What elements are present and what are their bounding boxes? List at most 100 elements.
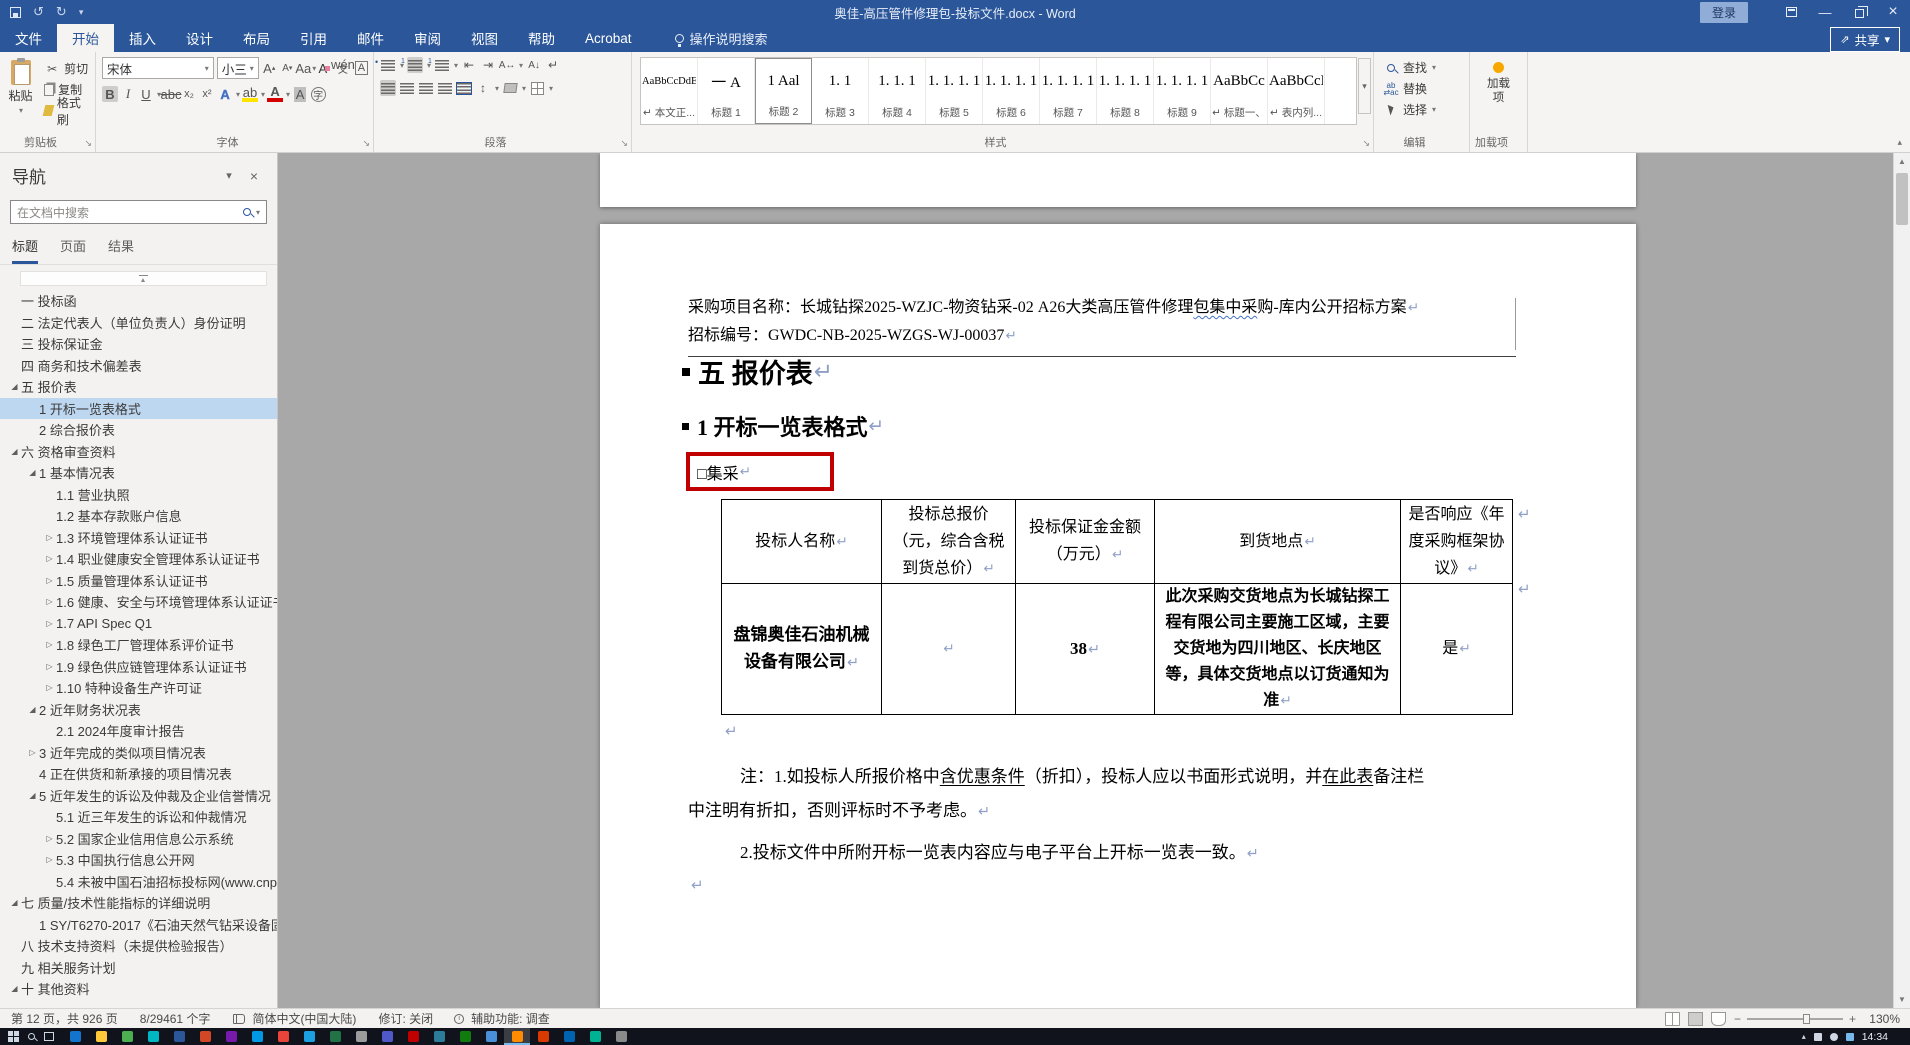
nav-item[interactable]: ◢ 5 近年发生的诉讼及仲裁及企业信誉情况: [0, 785, 277, 807]
tab-开始[interactable]: 开始: [57, 24, 114, 52]
track-changes-indicator[interactable]: 修订: 关闭: [367, 1010, 444, 1027]
navigation-options-icon[interactable]: ▾: [217, 169, 241, 182]
close-button[interactable]: ×: [1876, 0, 1910, 24]
collapse-icon[interactable]: ◢: [26, 791, 39, 800]
paragraph-dialog-launcher[interactable]: ↘: [620, 138, 628, 149]
taskbar-app-17[interactable]: [478, 1028, 504, 1045]
nav-item[interactable]: 2.1 2024年度审计报告: [0, 720, 277, 742]
nav-item[interactable]: 二 法定代表人（单位负责人）身份证明: [0, 312, 277, 334]
justify-button[interactable]: [437, 80, 453, 96]
shading-button[interactable]: [502, 80, 518, 96]
taskbar-app-21[interactable]: [582, 1028, 608, 1045]
search-dropdown-icon[interactable]: ▾: [256, 208, 260, 217]
nav-item[interactable]: 1 开标一览表格式: [0, 397, 277, 419]
expand-icon[interactable]: ▷: [43, 554, 56, 563]
find-button[interactable]: 查找 ▾: [1380, 57, 1469, 78]
addin-icon[interactable]: [1493, 62, 1504, 73]
change-case-button[interactable]: Aa ▾: [295, 60, 316, 76]
nav-item[interactable]: ▷ 1.6 健康、安全与环境管理体系认证证书: [0, 591, 277, 613]
minimize-button[interactable]: —: [1808, 0, 1842, 24]
line-spacing-dropdown-icon[interactable]: ▾: [495, 84, 499, 93]
taskbar-app-6[interactable]: [192, 1028, 218, 1045]
tab-视图[interactable]: 视图: [456, 24, 513, 52]
tab-审阅[interactable]: 审阅: [399, 24, 456, 52]
taskbar-app-1[interactable]: [62, 1028, 88, 1045]
restore-button[interactable]: [1842, 0, 1876, 24]
undo-icon[interactable]: ↺: [33, 4, 44, 20]
align-center-button[interactable]: [399, 80, 415, 96]
enclose-characters-button[interactable]: 字: [310, 86, 326, 102]
taskbar-app-22[interactable]: [608, 1028, 634, 1045]
nav-item[interactable]: ▷ 1.4 职业健康安全管理体系认证证书: [0, 548, 277, 570]
document-canvas[interactable]: 采购项目名称：长城钻探2025-WZJC-物资钻采-02 A26大类高压管件修理…: [279, 153, 1893, 1008]
bullets-button[interactable]: [375, 57, 396, 73]
decrease-indent-button[interactable]: ⇤: [461, 57, 477, 73]
collapse-icon[interactable]: ◢: [26, 705, 39, 714]
text-highlight-button[interactable]: ab: [242, 86, 259, 102]
nav-item[interactable]: 一 投标函: [0, 290, 277, 312]
search-icon[interactable]: [239, 204, 255, 220]
phonetic-guide-button[interactable]: wén 文: [331, 58, 355, 76]
scroll-up-icon[interactable]: ▲: [1894, 153, 1910, 170]
replace-button[interactable]: ab ⇄ac 替换: [1380, 78, 1469, 99]
tab-文件[interactable]: 文件: [0, 24, 57, 52]
font-dialog-launcher[interactable]: ↘: [362, 138, 370, 149]
align-left-button[interactable]: [380, 80, 396, 96]
share-button[interactable]: ⇗ 共享 ▾: [1830, 27, 1900, 52]
word-count[interactable]: 8/29461 个字: [129, 1010, 222, 1027]
taskbar-app-11[interactable]: [322, 1028, 348, 1045]
taskbar-app-19[interactable]: [530, 1028, 556, 1045]
cut-button[interactable]: ✂ 剪切: [41, 58, 95, 79]
asian-layout-button[interactable]: A↔: [499, 57, 516, 73]
style-标题 8[interactable]: 1. 1. 1. 1 标题 8: [1097, 58, 1154, 124]
taskbar-app-12[interactable]: [348, 1028, 374, 1045]
show-marks-button[interactable]: ↵: [545, 57, 561, 73]
taskbar-app-15[interactable]: [426, 1028, 452, 1045]
format-painter-button[interactable]: 格式刷: [41, 96, 95, 127]
multilevel-dropdown-icon[interactable]: ▾: [454, 61, 458, 70]
zoom-out-icon[interactable]: −: [1734, 1012, 1741, 1026]
nav-item[interactable]: ▷ 5.3 中国执行信息公开网: [0, 849, 277, 871]
multilevel-list-button[interactable]: [428, 57, 450, 73]
collapse-icon[interactable]: ◢: [8, 984, 21, 993]
underline-button[interactable]: U: [138, 86, 154, 102]
shading-dropdown-icon[interactable]: ▾: [522, 84, 526, 93]
nav-item[interactable]: 1 SY/T6270-2017《石油天然气钻采设备固井、...: [0, 914, 277, 936]
nav-item[interactable]: ▷ 1.3 环境管理体系认证证书: [0, 527, 277, 549]
nav-item[interactable]: ▷ 1.9 绿色供应链管理体系认证证书: [0, 656, 277, 678]
taskbar-app-14[interactable]: [400, 1028, 426, 1045]
taskbar-search-icon[interactable]: [28, 1033, 35, 1040]
nav-tab-页面[interactable]: 页面: [60, 236, 86, 264]
bold-button[interactable]: B: [102, 86, 118, 102]
redo-icon[interactable]: ↻: [56, 4, 67, 20]
nav-item[interactable]: ▷ 1.8 绿色工厂管理体系评价证书: [0, 634, 277, 656]
expand-icon[interactable]: ▷: [43, 834, 56, 843]
nav-item[interactable]: ▷ 1.10 特种设备生产许可证: [0, 677, 277, 699]
web-layout-button[interactable]: [1710, 1011, 1726, 1026]
taskbar-app-20[interactable]: [556, 1028, 582, 1045]
nav-item[interactable]: 四 商务和技术偏差表: [0, 355, 277, 377]
expand-icon[interactable]: ▷: [43, 683, 56, 692]
taskbar-app-18[interactable]: [504, 1028, 530, 1045]
proofing-book-icon[interactable]: [233, 1013, 246, 1024]
nav-item[interactable]: ▷ 1.5 质量管理体系认证证书: [0, 570, 277, 592]
read-mode-button[interactable]: [1664, 1011, 1680, 1026]
tab-插入[interactable]: 插入: [114, 24, 171, 52]
nav-item[interactable]: ◢ 十 其他资料: [0, 978, 277, 1000]
taskbar-app-4[interactable]: [140, 1028, 166, 1045]
taskbar-clock[interactable]: 14:34: [1862, 1031, 1888, 1043]
style-↵ 本文正...[interactable]: AaBbCcDdE ↵ 本文正...: [641, 58, 698, 124]
customize-qat-icon[interactable]: ▾: [79, 7, 84, 18]
nav-item[interactable]: 2 综合报价表: [0, 419, 277, 441]
character-border-button[interactable]: A: [354, 60, 369, 76]
nav-item[interactable]: ▷ 3 近年完成的类似项目情况表: [0, 742, 277, 764]
nav-tab-标题[interactable]: 标题: [12, 236, 39, 264]
style-↵ 表内列...[interactable]: AaBbCcD ↵ 表内列...: [1268, 58, 1325, 124]
language-indicator[interactable]: 简体中文(中国大陆): [241, 1010, 367, 1027]
ribbon-display-options-button[interactable]: [1774, 0, 1808, 24]
numbering-button[interactable]: [401, 57, 424, 73]
expand-icon[interactable]: ▷: [43, 597, 56, 606]
jicai-checkbox-label[interactable]: □集采: [697, 460, 739, 484]
scroll-down-icon[interactable]: ▼: [1894, 991, 1910, 1008]
navigation-close-icon[interactable]: ×: [241, 168, 267, 184]
